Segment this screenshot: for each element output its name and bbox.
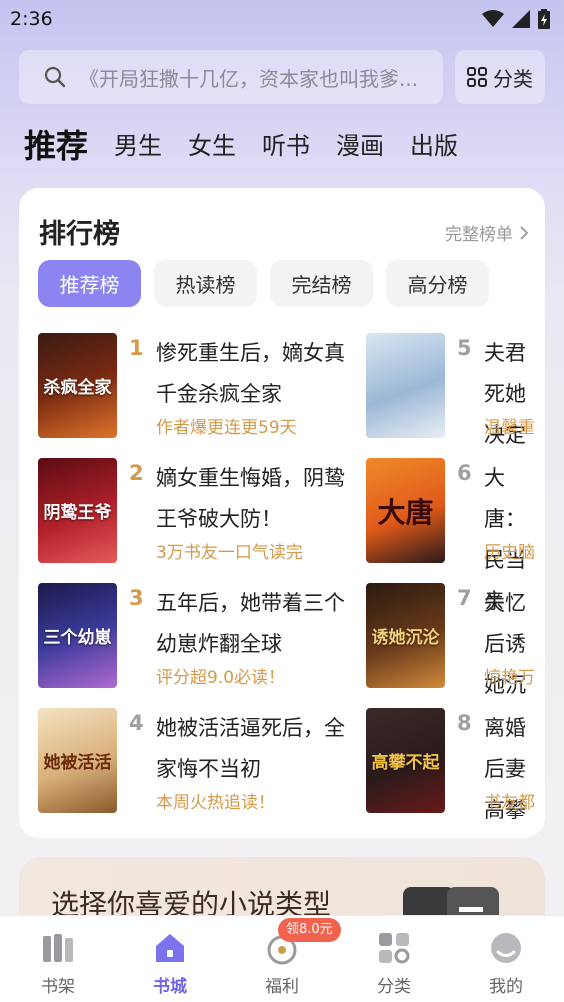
- cover-text: 大唐: [377, 495, 434, 529]
- cover-text: 三个幼崽: [43, 628, 112, 648]
- ranking-tab-high-score[interactable]: 高分榜: [386, 260, 489, 307]
- book-item[interactable]: 诱她沉沦 7 失忆后诱她沉 惊艳万: [366, 583, 545, 697]
- book-item[interactable]: 大唐 6 大唐：民当亲 历史脑: [366, 458, 545, 613]
- tab-publishing[interactable]: 出版: [410, 122, 458, 170]
- ranking-card: 排行榜 完整榜单 推荐榜 热读榜 完结榜 高分榜 杀疯全家 1 惨死重生后，嫡女…: [19, 188, 545, 838]
- book-tag: 历史脑: [484, 543, 535, 563]
- ranking-tab-recommend[interactable]: 推荐榜: [38, 260, 141, 307]
- book-tag: 3万书友一口气读完: [156, 543, 303, 563]
- book-title: 五年后，她带着三个幼崽炸翻全球: [156, 591, 345, 656]
- tab-comics[interactable]: 漫画: [336, 122, 384, 170]
- book-cover: 高攀不起: [366, 708, 445, 813]
- nav-categories[interactable]: 分类: [338, 916, 450, 1002]
- search-input[interactable]: 《开局狂撒十几亿，资本家也叫我爹...: [19, 50, 443, 104]
- book-title: 惨死重生后，嫡女真千金杀疯全家: [156, 341, 345, 406]
- nav-bookstore[interactable]: 书城: [114, 916, 226, 1002]
- status-bar: 2:36: [0, 0, 564, 38]
- rank-number: 6: [457, 461, 472, 485]
- status-time: 2:36: [10, 8, 53, 30]
- book-cover: 她被活活: [38, 708, 117, 813]
- nav-categories-label: 分类: [377, 977, 411, 997]
- book-tag: 本周火热追读！: [156, 793, 275, 813]
- battery-icon: [538, 9, 550, 29]
- book-item[interactable]: 阴鸷王爷 2 嫡女重生悔婚，阴鸷王爷破大防！ 3万书友一口气读完: [38, 458, 368, 564]
- ranking-tab-hot[interactable]: 热读榜: [154, 260, 257, 307]
- tab-recommend[interactable]: 推荐: [24, 122, 88, 170]
- profile-icon: [491, 933, 521, 963]
- book-cover: 三个幼崽: [38, 583, 117, 688]
- cover-text: 诱她沉沦: [371, 628, 440, 648]
- book-tag: 书友都: [484, 793, 535, 813]
- categories-icon: [379, 933, 410, 964]
- bottom-nav: 书架 书城 福利 领8.0元 分类 我的: [0, 915, 564, 1002]
- book-title: 嫡女重生悔婚，阴鸷王爷破大防！: [156, 466, 345, 531]
- main-tabs: 推荐 男生 女生 听书 漫画 出版: [24, 122, 484, 170]
- grid-icon: [467, 67, 487, 87]
- cover-text: 高攀不起: [371, 753, 440, 773]
- book-item[interactable]: 5 夫君死她决定 温馨重: [366, 333, 545, 447]
- status-icons: [482, 9, 550, 29]
- rank-number: 4: [129, 711, 144, 735]
- book-cover: 大唐: [366, 458, 445, 563]
- ranking-tab-completed[interactable]: 完结榜: [270, 260, 373, 307]
- book-item[interactable]: 三个幼崽 3 五年后，她带着三个幼崽炸翻全球 评分超9.0必读！: [38, 583, 368, 689]
- bookshelf-icon: [43, 934, 73, 962]
- book-cover: 阴鸷王爷: [38, 458, 117, 563]
- nav-bookshelf[interactable]: 书架: [2, 916, 114, 1002]
- tab-female[interactable]: 女生: [188, 122, 236, 170]
- full-ranking-link[interactable]: 完整榜单: [445, 220, 529, 245]
- cover-text: 阴鸷王爷: [43, 503, 112, 523]
- search-icon: [44, 66, 66, 88]
- book-cover: [366, 333, 445, 438]
- category-button[interactable]: 分类: [455, 50, 545, 104]
- cover-text: 杀疯全家: [43, 378, 112, 398]
- rank-number: 8: [457, 711, 472, 735]
- tab-male[interactable]: 男生: [114, 122, 162, 170]
- cover-text: 她被活活: [43, 753, 112, 773]
- rank-number: 2: [129, 461, 144, 485]
- tab-audiobook[interactable]: 听书: [262, 122, 310, 170]
- nav-profile[interactable]: 我的: [450, 916, 562, 1002]
- book-tag: 作者爆更连更59天: [156, 418, 297, 438]
- search-placeholder: 《开局狂撒十几亿，资本家也叫我爹...: [79, 66, 419, 91]
- ranking-title: 排行榜: [39, 219, 120, 250]
- book-tag: 惊艳万: [484, 668, 535, 688]
- book-item[interactable]: 杀疯全家 1 惨死重生后，嫡女真千金杀疯全家 作者爆更连更59天: [38, 333, 368, 439]
- bookstore-icon: [156, 934, 184, 962]
- nav-rewards-label: 福利: [265, 977, 299, 997]
- nav-bookshelf-label: 书架: [41, 977, 75, 997]
- rank-number: 7: [457, 586, 472, 610]
- rank-number: 3: [129, 586, 144, 610]
- book-cover: 诱她沉沦: [366, 583, 445, 688]
- rank-number: 5: [457, 336, 472, 360]
- full-ranking-label: 完整榜单: [445, 225, 513, 245]
- wifi-icon: [482, 10, 504, 27]
- book-item[interactable]: 她被活活 4 她被活活逼死后，全家悔不当初 本周火热追读！: [38, 708, 368, 814]
- rank-number: 1: [129, 336, 144, 360]
- book-tag: 评分超9.0必读！: [156, 668, 286, 688]
- nav-profile-label: 我的: [489, 977, 523, 997]
- book-cover: 杀疯全家: [38, 333, 117, 438]
- ranking-tabs: 推荐榜 热读榜 完结榜 高分榜: [38, 260, 489, 307]
- nav-bookstore-label: 书城: [153, 977, 187, 997]
- rewards-badge: 领8.0元: [278, 918, 341, 942]
- book-item[interactable]: 高攀不起 8 离婚后妻高攀 书友都: [366, 708, 545, 822]
- category-button-label: 分类: [493, 66, 533, 91]
- chevron-right-icon: [520, 225, 529, 240]
- book-title: 她被活活逼死后，全家悔不当初: [156, 716, 345, 781]
- signal-icon: [512, 10, 530, 28]
- book-tag: 温馨重: [484, 418, 535, 438]
